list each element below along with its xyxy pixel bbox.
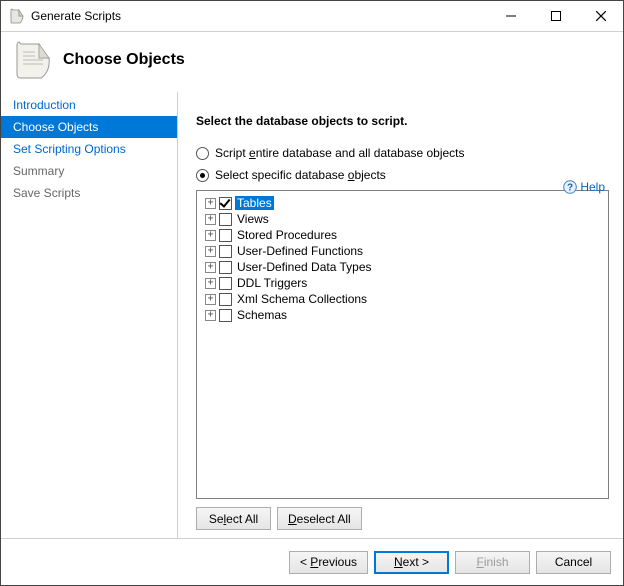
expand-icon[interactable]: + (205, 214, 216, 225)
tree-label: Tables (235, 196, 274, 210)
wizard-footer: < Previous Next > Finish Cancel (1, 539, 623, 585)
titlebar: Generate Scripts (1, 1, 623, 32)
wizard-body: Introduction Choose Objects Set Scriptin… (1, 92, 623, 539)
checkbox[interactable] (219, 213, 232, 226)
select-all-button[interactable]: Select All (196, 507, 271, 530)
object-tree[interactable]: + Tables + Views + Stored Procedures (196, 190, 609, 499)
tree-label: Views (235, 212, 271, 226)
tree-label: User-Defined Functions (235, 244, 365, 258)
sidebar-item-set-scripting-options[interactable]: Set Scripting Options (1, 138, 177, 160)
tree-item-tables[interactable]: + Tables (201, 195, 604, 211)
client-area: Choose Objects Introduction Choose Objec… (1, 32, 623, 585)
expand-icon[interactable]: + (205, 294, 216, 305)
tree-label: DDL Triggers (235, 276, 309, 290)
page-title: Choose Objects (63, 51, 185, 69)
radio-label: Script entire database and all database … (215, 146, 465, 160)
tree-label: Xml Schema Collections (235, 292, 369, 306)
tree-label: User-Defined Data Types (235, 260, 374, 274)
radio-icon (196, 169, 209, 182)
script-page-icon (13, 38, 53, 82)
previous-button[interactable]: < Previous (289, 551, 368, 574)
window-title: Generate Scripts (31, 9, 488, 23)
svg-text:?: ? (567, 183, 573, 194)
sidebar-item-introduction[interactable]: Introduction (1, 94, 177, 116)
sidebar-item-choose-objects[interactable]: Choose Objects (1, 116, 177, 138)
radio-label: Select specific database objects (215, 168, 386, 182)
tree-item-xml-schema-collections[interactable]: + Xml Schema Collections (201, 291, 604, 307)
expand-icon[interactable]: + (205, 310, 216, 321)
main-panel: ? Help Select the database objects to sc… (178, 92, 623, 538)
page-header: Choose Objects (1, 32, 623, 92)
tree-item-views[interactable]: + Views (201, 211, 604, 227)
instruction-text: Select the database objects to script. (196, 114, 609, 128)
next-button[interactable]: Next > (374, 551, 449, 574)
sidebar-item-summary[interactable]: Summary (1, 160, 177, 182)
app-icon (9, 8, 25, 24)
radio-entire-database[interactable]: Script entire database and all database … (196, 146, 609, 160)
close-button[interactable] (578, 2, 623, 31)
checkbox[interactable] (219, 277, 232, 290)
expand-icon[interactable]: + (205, 278, 216, 289)
cancel-button[interactable]: Cancel (536, 551, 611, 574)
radio-specific-objects[interactable]: Select specific database objects (196, 168, 609, 182)
expand-icon[interactable]: + (205, 246, 216, 257)
tree-item-schemas[interactable]: + Schemas (201, 307, 604, 323)
finish-button: Finish (455, 551, 530, 574)
checkbox[interactable] (219, 245, 232, 258)
help-icon: ? (563, 180, 577, 194)
expand-icon[interactable]: + (205, 230, 216, 241)
wizard-window: Generate Scripts (0, 0, 624, 586)
tree-item-user-defined-data-types[interactable]: + User-Defined Data Types (201, 259, 604, 275)
expand-icon[interactable]: + (205, 262, 216, 273)
tree-item-stored-procedures[interactable]: + Stored Procedures (201, 227, 604, 243)
checkbox[interactable] (219, 261, 232, 274)
help-link[interactable]: ? Help (563, 180, 605, 194)
minimize-button[interactable] (488, 2, 533, 31)
selection-buttons: Select All Deselect All (196, 507, 609, 530)
tree-label: Schemas (235, 308, 289, 322)
tree-item-ddl-triggers[interactable]: + DDL Triggers (201, 275, 604, 291)
checkbox[interactable] (219, 197, 232, 210)
help-label: Help (580, 180, 605, 194)
deselect-all-button[interactable]: Deselect All (277, 507, 362, 530)
checkbox[interactable] (219, 309, 232, 322)
maximize-button[interactable] (533, 2, 578, 31)
window-buttons (488, 2, 623, 31)
tree-label: Stored Procedures (235, 228, 339, 242)
checkbox[interactable] (219, 229, 232, 242)
sidebar-item-save-scripts[interactable]: Save Scripts (1, 182, 177, 204)
wizard-sidebar: Introduction Choose Objects Set Scriptin… (1, 92, 178, 538)
expand-icon[interactable]: + (205, 198, 216, 209)
radio-icon (196, 147, 209, 160)
tree-item-user-defined-functions[interactable]: + User-Defined Functions (201, 243, 604, 259)
checkbox[interactable] (219, 293, 232, 306)
